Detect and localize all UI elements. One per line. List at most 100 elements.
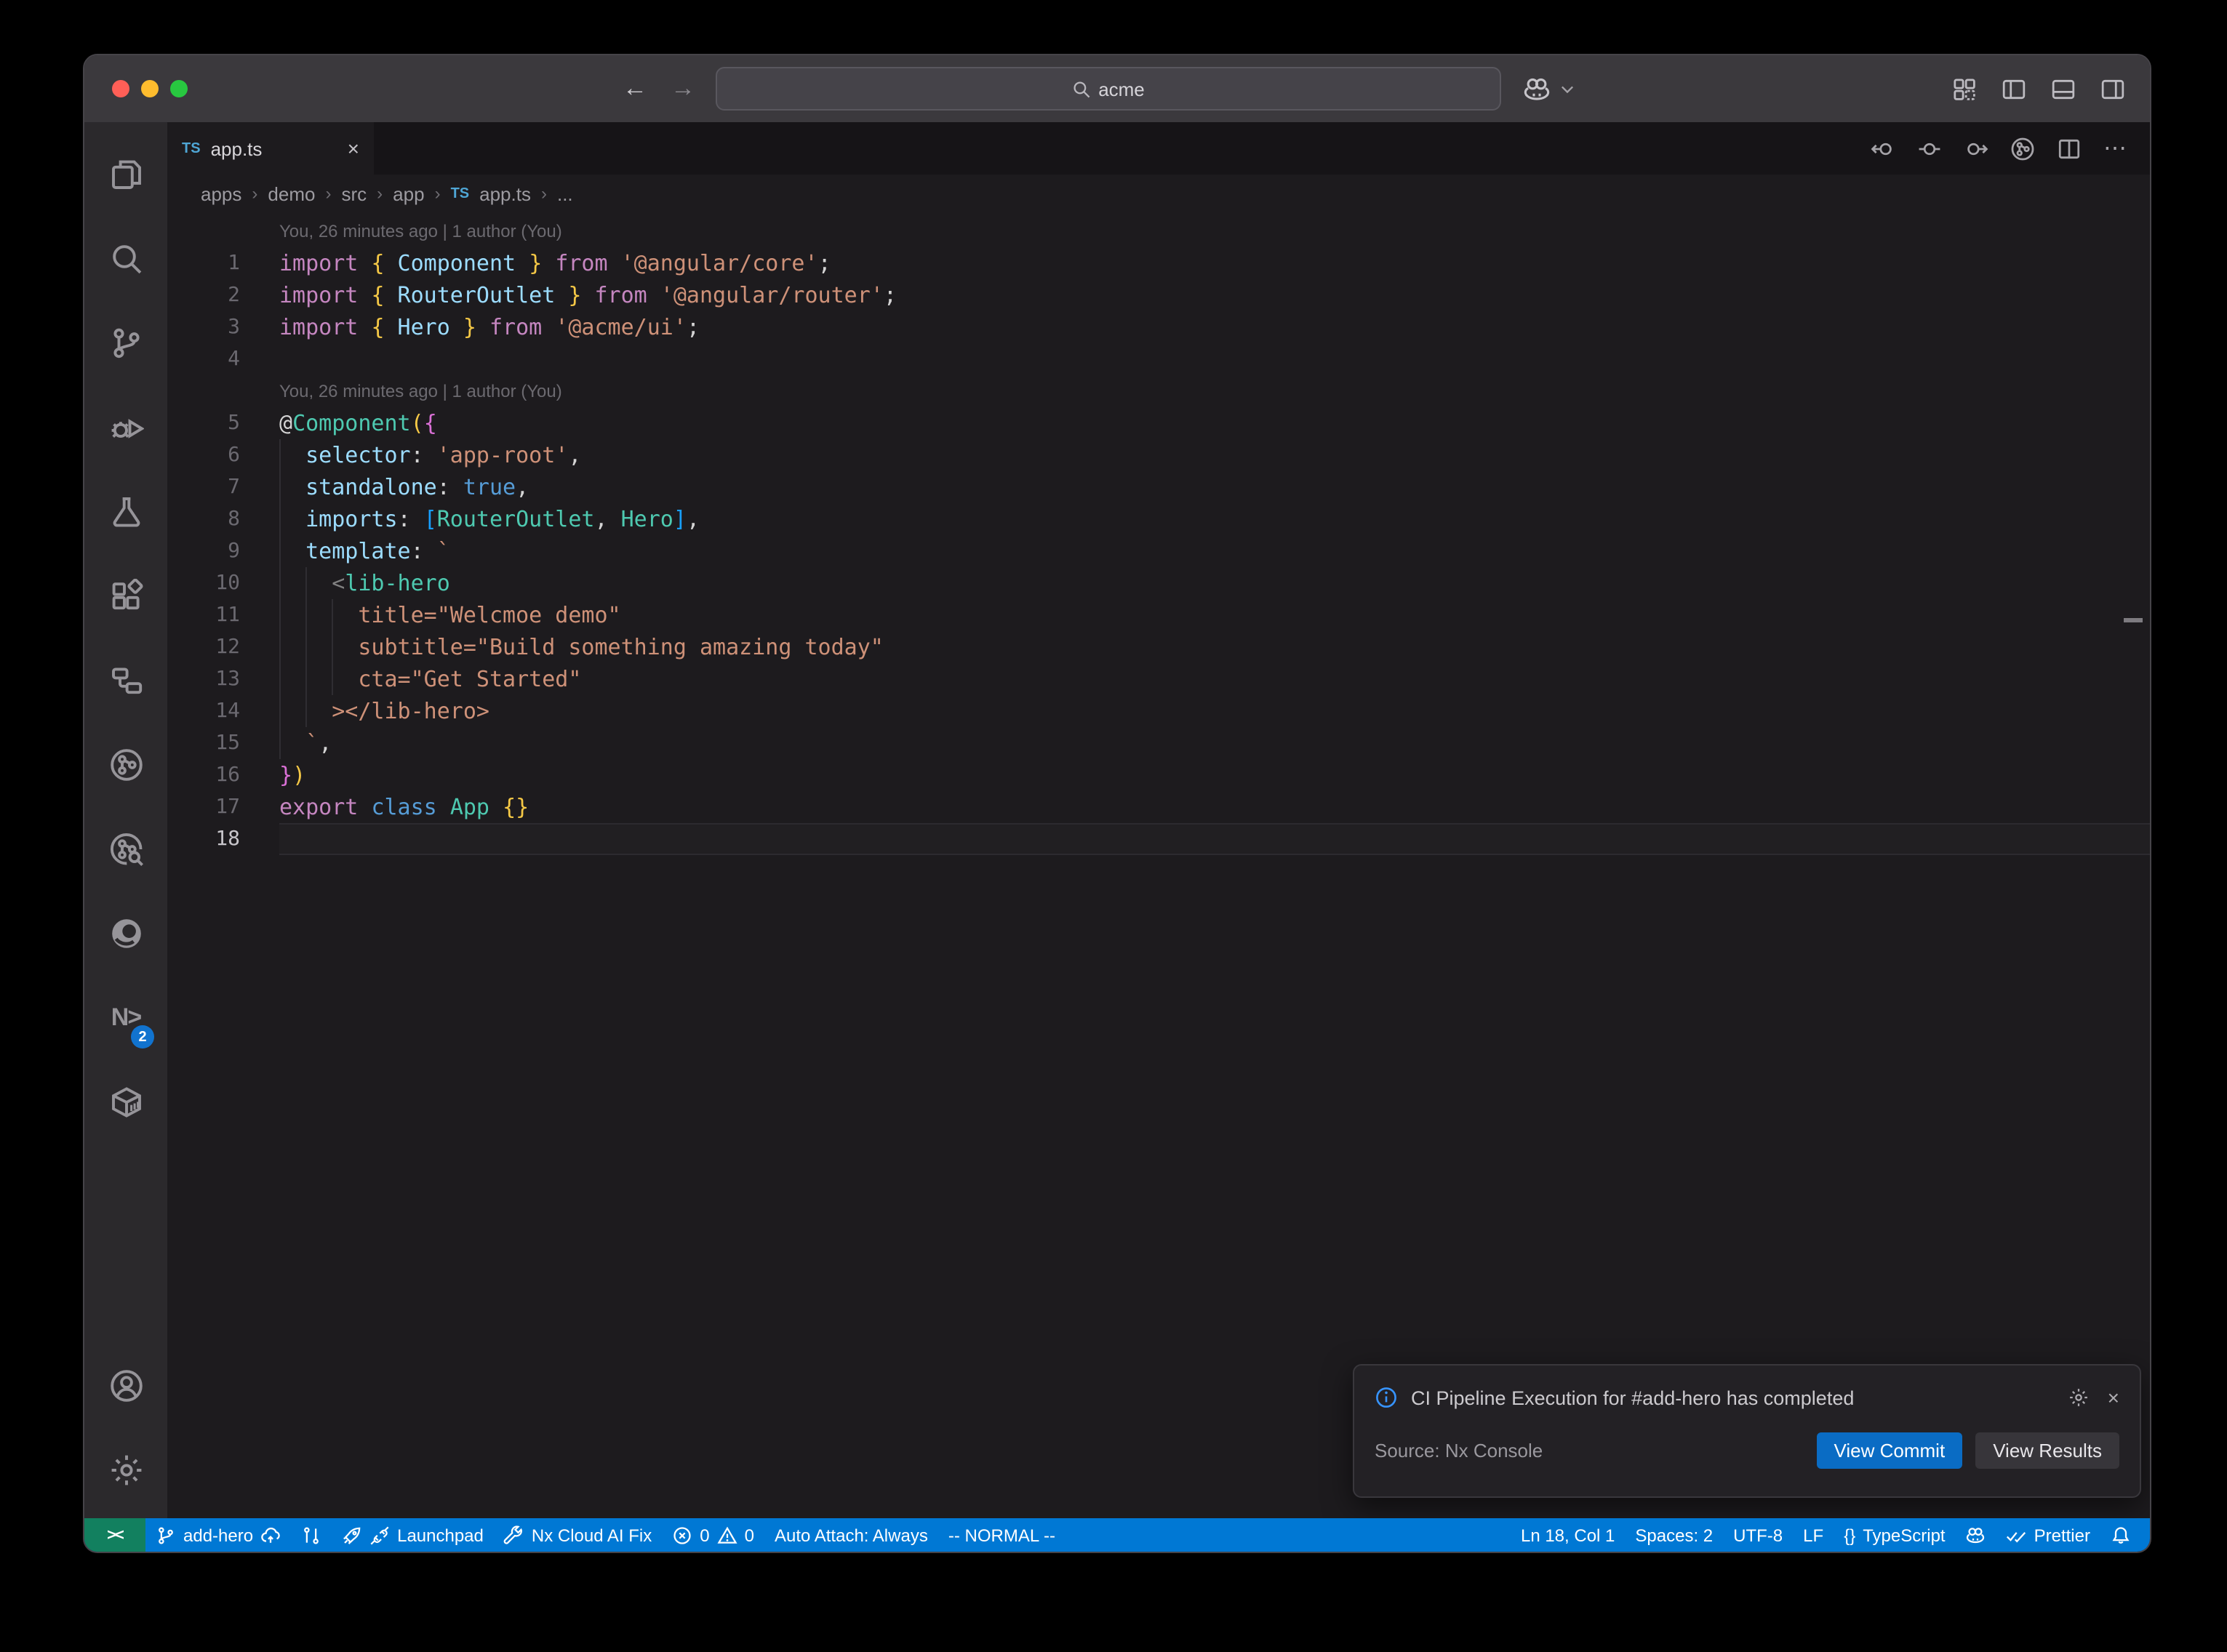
indent-guide xyxy=(332,631,333,663)
statusbar-formatter[interactable]: Prettier xyxy=(1996,1518,2100,1552)
breadcrumb: apps›demo›src›app›TSapp.ts›... xyxy=(167,175,2150,212)
activity-search[interactable] xyxy=(93,217,159,301)
statusbar-copilot-status[interactable] xyxy=(1956,1518,1996,1552)
statusbar-nx-cloud-ai-fix[interactable]: Nx Cloud AI Fix xyxy=(494,1518,662,1552)
activity-hierarchy[interactable] xyxy=(93,638,159,723)
split-editor-icon[interactable] xyxy=(2057,136,2082,161)
close-window-button[interactable] xyxy=(112,80,129,97)
statusbar-auto-attach[interactable]: Auto Attach: Always xyxy=(764,1518,938,1552)
statusbar-text: Launchpad xyxy=(397,1525,484,1545)
accounts-icon xyxy=(108,1368,143,1403)
activity-extensions[interactable] xyxy=(93,554,159,638)
search-value: acme xyxy=(1098,78,1145,100)
toggle-panel-right-icon[interactable] xyxy=(2100,76,2125,101)
notification-settings-icon[interactable] xyxy=(2068,1387,2089,1408)
code-line-17: 17export class App {} xyxy=(167,791,2150,823)
customize-layout-icon[interactable] xyxy=(1952,76,1977,101)
breadcrumb-separator: › xyxy=(325,183,331,204)
commit-graph-icon[interactable] xyxy=(2010,136,2035,161)
line-number: 12 xyxy=(167,631,240,663)
editor[interactable]: You, 26 minutes ago | 1 author (You)1imp… xyxy=(167,212,2150,1518)
command-center-search[interactable]: acme xyxy=(716,67,1501,111)
nav-forward-button[interactable]: → xyxy=(671,74,695,103)
notification-close-icon[interactable]: × xyxy=(2108,1386,2119,1409)
typescript-file-icon: TS xyxy=(182,140,201,156)
minimize-window-button[interactable] xyxy=(141,80,159,97)
indent-guide xyxy=(305,663,307,695)
blame-text: You, 26 minutes ago | 1 author (You) xyxy=(279,215,562,247)
nav-back-button[interactable]: ← xyxy=(623,74,647,103)
breadcrumb-item[interactable]: app xyxy=(393,183,424,204)
activity-accounts[interactable] xyxy=(93,1344,159,1428)
search-icon xyxy=(108,241,143,276)
statusbar-indentation[interactable]: Spaces: 2 xyxy=(1625,1518,1723,1552)
statusbar-branch-status[interactable]: add-hero xyxy=(145,1518,291,1552)
window-controls xyxy=(84,80,244,97)
activity-containers[interactable] xyxy=(93,1060,159,1144)
code-line-10: 10 <lib-hero xyxy=(167,567,2150,599)
next-change-icon[interactable] xyxy=(1964,136,1988,161)
statusbar-notifications[interactable] xyxy=(2100,1518,2141,1552)
open-change-icon[interactable] xyxy=(1917,136,1942,161)
breadcrumb-item[interactable]: app.ts xyxy=(479,183,531,204)
breadcrumb-item[interactable]: ... xyxy=(557,183,573,204)
toggle-panel-left-icon[interactable] xyxy=(2002,76,2026,101)
view-commit-button[interactable]: View Commit xyxy=(1817,1432,1963,1469)
more-actions-icon[interactable]: ⋯ xyxy=(2103,134,2128,163)
prev-change-icon[interactable] xyxy=(1871,136,1895,161)
activity-browser-preview[interactable] xyxy=(93,891,159,976)
statusbar-compare-refs[interactable] xyxy=(291,1518,332,1552)
source-control-icon xyxy=(108,326,143,361)
statusbar-problems[interactable]: 00 xyxy=(662,1518,764,1552)
view-results-button[interactable]: View Results xyxy=(1975,1432,2119,1469)
indent-guide xyxy=(279,599,281,631)
indent-guide xyxy=(279,695,281,727)
tab-close-icon[interactable]: × xyxy=(348,137,359,160)
statusbar-cursor-position[interactable]: Ln 18, Col 1 xyxy=(1511,1518,1625,1552)
code-content: @Component({ xyxy=(279,407,2150,439)
breadcrumb-item[interactable]: apps xyxy=(201,183,241,204)
activity-testing[interactable] xyxy=(93,470,159,554)
copilot-menu[interactable] xyxy=(1523,75,1574,103)
code-content: standalone: true, xyxy=(279,471,2150,503)
git-branch-icon xyxy=(156,1525,176,1545)
code-line-16: 16}) xyxy=(167,759,2150,791)
code-content: import { RouterOutlet } from '@angular/r… xyxy=(279,279,2150,311)
statusbar-launchpad[interactable]: Launchpad xyxy=(332,1518,494,1552)
tab-app-ts[interactable]: TS app.ts × xyxy=(167,122,374,175)
activity-settings[interactable] xyxy=(93,1428,159,1512)
breadcrumb-item[interactable]: demo xyxy=(268,183,315,204)
toggle-panel-bottom-icon[interactable] xyxy=(2051,76,2076,101)
statusbar-text: add-hero xyxy=(183,1525,253,1545)
activity-commit-search[interactable] xyxy=(93,807,159,891)
indent-guide xyxy=(279,663,281,695)
activity-bar: N>2 xyxy=(84,122,167,1518)
line-number: 7 xyxy=(167,471,240,503)
breadcrumb-item[interactable]: src xyxy=(341,183,367,204)
statusbar-text: UTF-8 xyxy=(1733,1525,1783,1545)
activity-nx-console[interactable]: N>2 xyxy=(93,976,159,1060)
code-line-11: 11 title="Welcmoe demo" xyxy=(167,599,2150,631)
statusbar-eol[interactable]: LF xyxy=(1793,1518,1834,1552)
activity-commit-graph[interactable] xyxy=(93,723,159,807)
code-line-6: 6 selector: 'app-root', xyxy=(167,439,2150,471)
overview-ruler-decoration xyxy=(2124,618,2143,622)
zoom-window-button[interactable] xyxy=(170,80,188,97)
statusbar-encoding[interactable]: UTF-8 xyxy=(1723,1518,1793,1552)
code-content: selector: 'app-root', xyxy=(279,439,2150,471)
blame-annotation: You, 26 minutes ago | 1 author (You) xyxy=(167,215,2150,247)
search-icon xyxy=(1072,79,1091,98)
blame-annotation: You, 26 minutes ago | 1 author (You) xyxy=(167,375,2150,407)
activity-explorer[interactable] xyxy=(93,132,159,217)
statusbar-vim-mode[interactable]: -- NORMAL -- xyxy=(938,1518,1065,1552)
code-content: <lib-hero xyxy=(279,567,2150,599)
extensions-icon xyxy=(108,579,143,614)
statusbar-language-mode[interactable]: {}TypeScript xyxy=(1834,1518,1955,1552)
code-line-3: 3import { Hero } from '@acme/ui'; xyxy=(167,311,2150,343)
line-number: 9 xyxy=(167,535,240,567)
activity-run-debug[interactable] xyxy=(93,385,159,470)
remote-indicator[interactable]: >< xyxy=(84,1518,145,1552)
activity-source-control[interactable] xyxy=(93,301,159,385)
run-debug-icon xyxy=(108,410,143,445)
tab-label: app.ts xyxy=(211,137,337,159)
